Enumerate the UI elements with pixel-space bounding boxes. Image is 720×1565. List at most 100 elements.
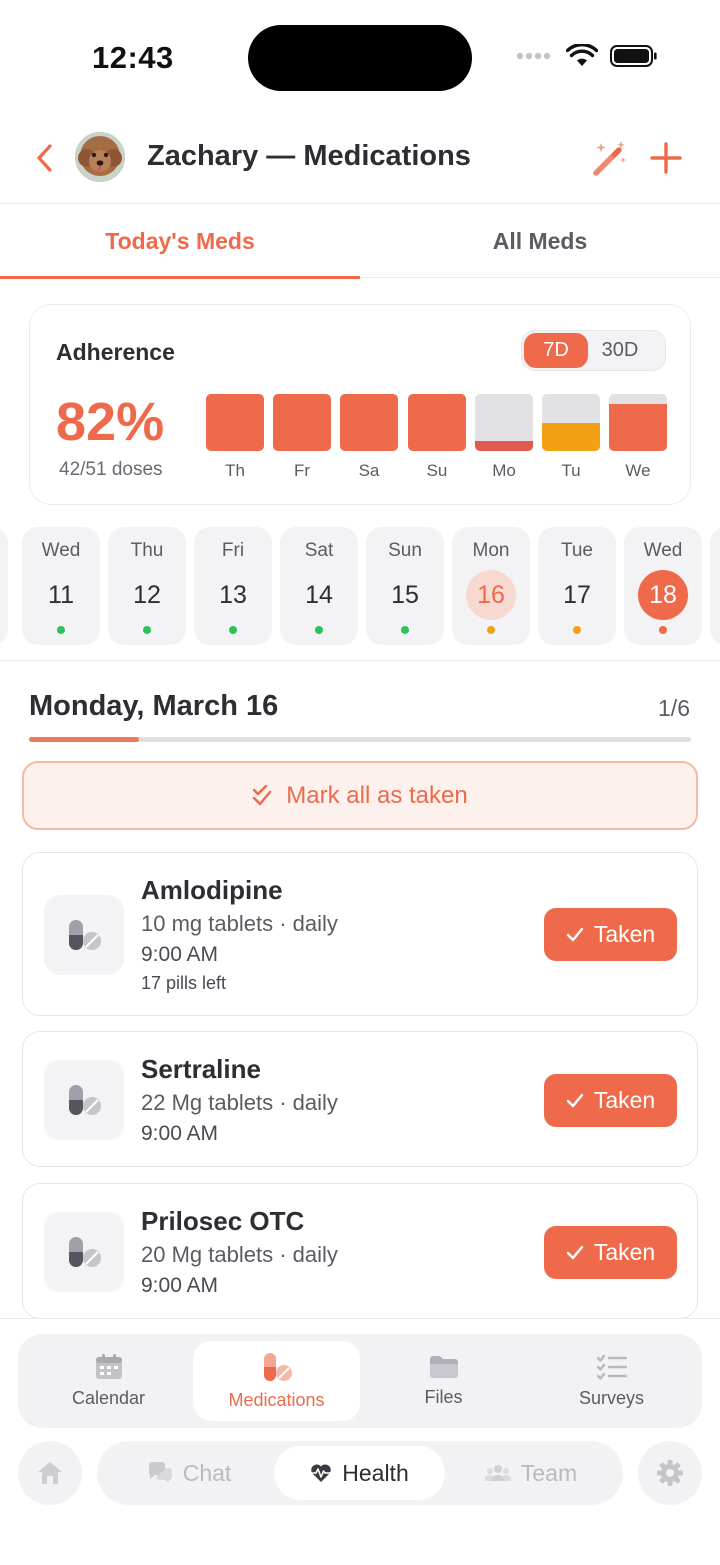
- medication-card-prilosec[interactable]: Prilosec OTC 20 Mg tablets · daily 9:00 …: [22, 1183, 698, 1319]
- health-sub-nav: Calendar Medications Files Surveys: [18, 1334, 702, 1428]
- subnav-calendar[interactable]: Calendar: [25, 1341, 192, 1421]
- range-7d-button[interactable]: 7D: [524, 333, 588, 368]
- selected-date-heading: Monday, March 16: [29, 690, 279, 722]
- day-weekday: Mon: [472, 540, 510, 561]
- adherence-day-label: Su: [426, 461, 448, 480]
- taken-label: Taken: [593, 1239, 656, 1265]
- medication-card-sertraline[interactable]: Sertraline 22 Mg tablets · daily 9:00 AM…: [22, 1031, 698, 1167]
- adherence-day-label: We: [625, 461, 651, 480]
- mark-all-taken-button[interactable]: Mark all as taken: [22, 761, 698, 830]
- chevron-left-icon: [37, 144, 52, 172]
- day-card[interactable]: Mon 16: [452, 527, 530, 645]
- plus-icon: [650, 142, 682, 174]
- magic-wand-button[interactable]: [590, 138, 630, 178]
- subnav-surveys[interactable]: Surveys: [528, 1341, 695, 1421]
- adherence-bars: Th Fr Sa Su Mo Tu We: [206, 394, 667, 480]
- back-button[interactable]: [28, 140, 60, 176]
- day-status-dot: [573, 626, 581, 634]
- page-title: Zachary — Medications: [147, 140, 471, 172]
- checklist-icon: [596, 1354, 627, 1380]
- day-card-prev-partial[interactable]: [0, 527, 8, 645]
- day-card[interactable]: Tue 17: [538, 527, 616, 645]
- day-weekday: Wed: [643, 540, 683, 561]
- day-card[interactable]: Wed 18: [624, 527, 702, 645]
- subnav-files[interactable]: Files: [360, 1341, 527, 1421]
- day-card-next-partial[interactable]: [710, 527, 720, 645]
- day-strip: Wed 11 Thu 12 Fri 13 Sat 14 Sun 15 Mon 16 Tue 17 Wed 18: [0, 527, 720, 647]
- wifi-icon: [566, 44, 598, 66]
- taken-button[interactable]: Taken: [544, 1074, 677, 1127]
- day-progress-fill: [29, 737, 140, 742]
- adherence-bar-fill: [273, 394, 331, 451]
- adherence-bar: [206, 394, 264, 451]
- day-number: 16: [466, 570, 516, 620]
- subnav-medications[interactable]: Medications: [193, 1341, 360, 1421]
- day-progress-track: [29, 737, 691, 742]
- adherence-day-label: Sa: [358, 461, 380, 480]
- day-status-dot: [401, 626, 409, 634]
- day-status-dot: [229, 626, 237, 634]
- subnav-label: Files: [424, 1386, 463, 1407]
- tab-todays-meds[interactable]: Today's Meds: [0, 205, 360, 279]
- avatar[interactable]: [75, 132, 125, 182]
- day-status-dot: [487, 626, 495, 634]
- medication-dose: 22 Mg tablets · daily: [141, 1090, 338, 1115]
- calendar-icon: [95, 1353, 122, 1379]
- range-toggle: 7D 30D: [521, 330, 666, 371]
- adherence-bar-fill: [206, 394, 264, 451]
- status-time: 12:43: [92, 40, 174, 75]
- day-card[interactable]: Wed 11: [22, 527, 100, 645]
- pills-icon: [263, 1352, 292, 1381]
- pills-left: 17 pills left: [141, 973, 227, 993]
- day-weekday: Sat: [304, 540, 334, 561]
- nav-team[interactable]: Team: [447, 1446, 615, 1500]
- tab-all-meds[interactable]: All Meds: [360, 205, 720, 278]
- taken-label: Taken: [593, 921, 656, 947]
- medication-name: Sertraline: [141, 1054, 261, 1084]
- taken-button[interactable]: Taken: [544, 908, 677, 961]
- day-card[interactable]: Sun 15: [366, 527, 444, 645]
- adherence-bar-fill: [542, 422, 600, 451]
- home-button[interactable]: [18, 1441, 82, 1505]
- subnav-label: Medications: [228, 1389, 325, 1410]
- day-number: 18: [638, 570, 688, 620]
- nav-label: Health: [342, 1459, 409, 1486]
- medication-name: Amlodipine: [141, 875, 283, 905]
- magic-wand-icon: [593, 141, 626, 176]
- day-status-dot: [659, 626, 667, 634]
- team-icon: [484, 1465, 511, 1481]
- adherence-doses: 42/51 doses: [59, 459, 163, 480]
- nav-label: Chat: [182, 1459, 232, 1486]
- main-nav: Chat Health Team: [97, 1441, 623, 1505]
- checkmark-icon: [566, 927, 584, 941]
- add-medication-button[interactable]: [648, 138, 684, 178]
- adherence-bar-fill: [408, 394, 466, 451]
- home-icon: [38, 1462, 62, 1484]
- adherence-day-label: Mo: [492, 461, 516, 480]
- heart-pulse-icon: [311, 1464, 332, 1482]
- taken-button[interactable]: Taken: [544, 1226, 677, 1279]
- day-card[interactable]: Thu 12: [108, 527, 186, 645]
- medication-card-amlodipine[interactable]: Amlodipine 10 mg tablets · daily 9:00 AM…: [22, 852, 698, 1016]
- settings-button[interactable]: [638, 1441, 702, 1505]
- day-card[interactable]: Sat 14: [280, 527, 358, 645]
- adherence-bar: [408, 394, 466, 451]
- nav-chat[interactable]: Chat: [105, 1446, 273, 1500]
- adherence-bar: [273, 394, 331, 451]
- day-weekday: Sun: [388, 540, 422, 561]
- checkmark-icon: [566, 1093, 584, 1107]
- cellular-signal-icon: [516, 52, 551, 60]
- day-number: 13: [219, 580, 247, 609]
- dynamic-island: [248, 25, 472, 91]
- day-number: 17: [563, 580, 591, 609]
- range-30d-button[interactable]: 30D: [588, 333, 652, 368]
- double-check-icon: [253, 784, 272, 805]
- day-card[interactable]: Fri 13: [194, 527, 272, 645]
- bottom-navigation: Calendar Medications Files Surveys Chat …: [0, 1318, 720, 1565]
- day-number: 12: [133, 580, 161, 609]
- adherence-bar: [475, 394, 533, 451]
- adherence-day-label: Tu: [561, 461, 581, 480]
- subnav-label: Calendar: [71, 1387, 146, 1408]
- nav-health[interactable]: Health: [274, 1446, 445, 1500]
- medication-time: 9:00 AM: [141, 1274, 219, 1297]
